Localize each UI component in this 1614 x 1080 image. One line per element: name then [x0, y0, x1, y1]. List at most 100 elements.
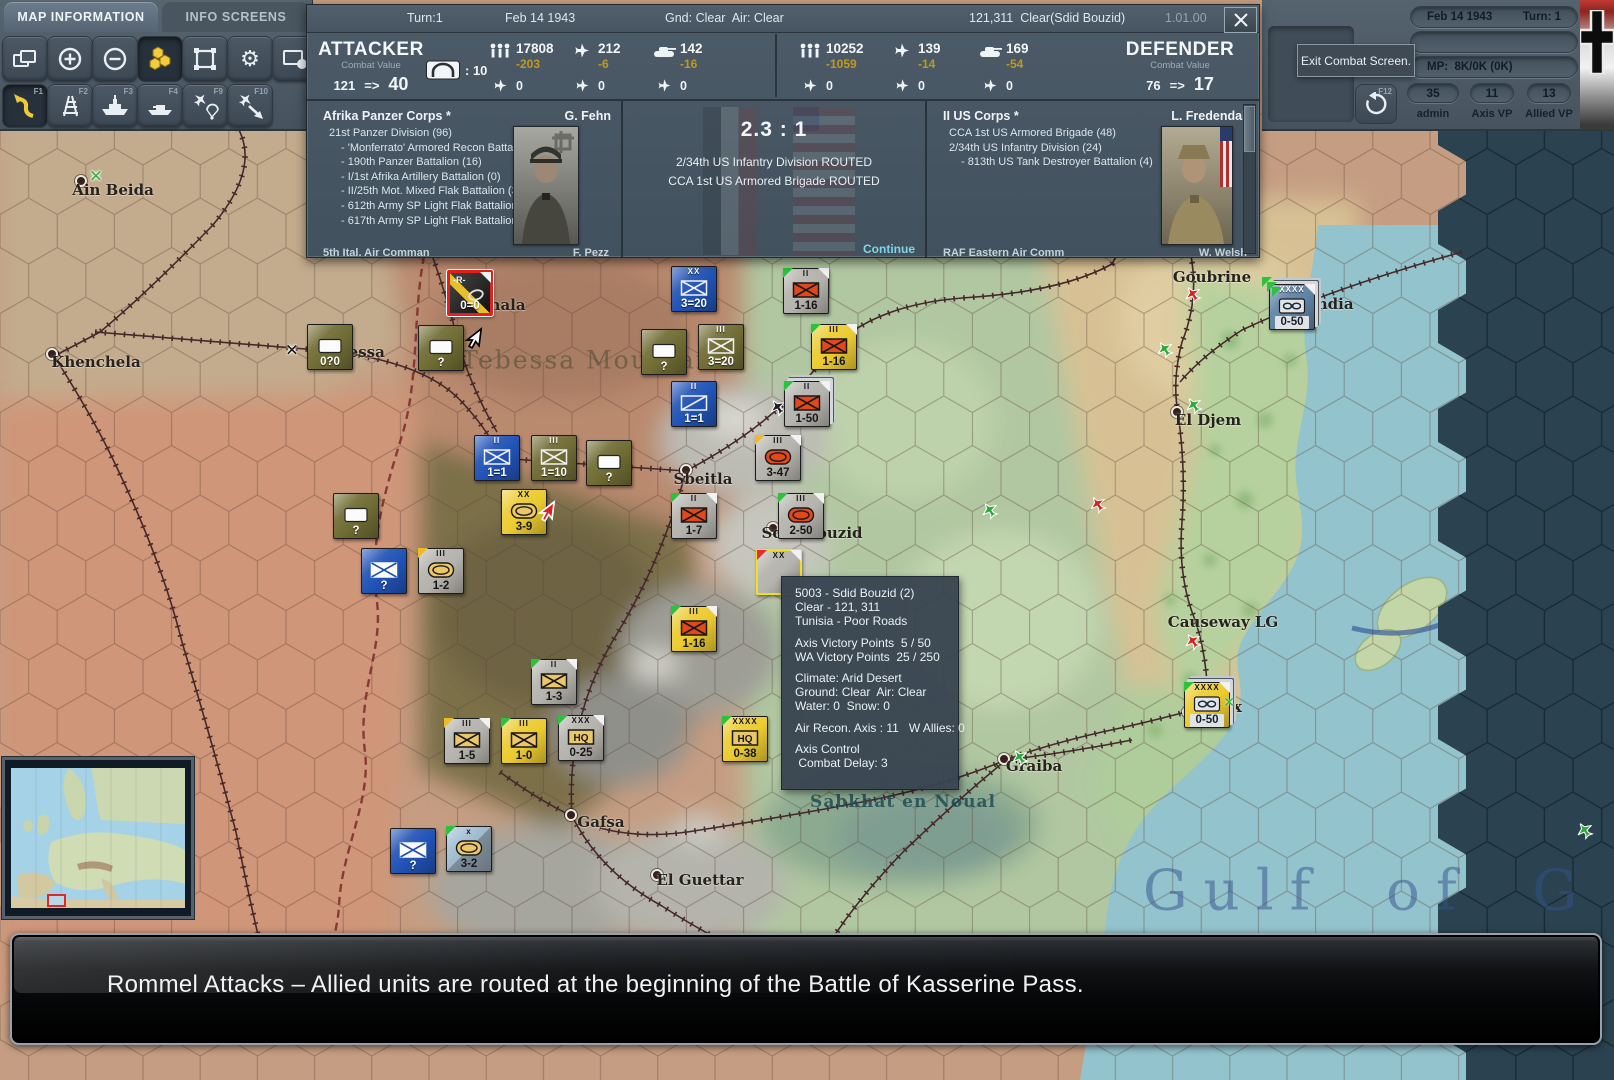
- end-turn-button[interactable]: F12: [1355, 84, 1397, 124]
- unit-counter[interactable]: -R-0=0: [447, 270, 493, 316]
- tooltip-line: Axis Control: [795, 742, 958, 756]
- supply-ok-corner: [784, 381, 794, 391]
- tooltip-line: [795, 735, 958, 742]
- stack-corner: [846, 324, 857, 335]
- stack-corner: [566, 659, 577, 670]
- movement-path-icon: [11, 92, 39, 120]
- date-turn-readout: Feb 14 1943Turn: 1: [1410, 6, 1578, 28]
- supply-ok-corner: [671, 493, 681, 503]
- balkenkreuz-icon: [1580, 10, 1614, 74]
- unit-counter[interactable]: ?: [641, 329, 687, 375]
- settings-button[interactable]: ⚙: [227, 36, 273, 82]
- frame-select-icon: [192, 46, 218, 72]
- zoom-in-button[interactable]: [47, 36, 93, 82]
- unit-counter[interactable]: XXXXHQ0-38: [722, 716, 768, 762]
- tab-info-screens[interactable]: INFO SCREENS: [162, 2, 310, 32]
- minimap[interactable]: [2, 757, 194, 919]
- supply-low-corner: [755, 435, 765, 445]
- stack-corner: [1219, 682, 1230, 693]
- scrollbar-thumb[interactable]: [1244, 106, 1255, 152]
- unit-counter[interactable]: ?: [361, 548, 407, 594]
- axis-vp-button[interactable]: 11: [1470, 83, 1514, 103]
- tab-map-information[interactable]: MAP INFORMATION: [4, 2, 158, 32]
- continue-button[interactable]: Continue: [863, 242, 915, 256]
- stat-column-tank: 142-160: [653, 41, 739, 99]
- defender-commander-name: L. Fredendall: [1171, 109, 1249, 123]
- unit-counter[interactable]: x3-2: [446, 826, 492, 872]
- defender-cv-arrow: =>: [1170, 78, 1185, 93]
- town-dot: [565, 809, 577, 821]
- attacker-corps-name: Afrika Panzer Corps *: [323, 109, 451, 123]
- stack-corner: [706, 493, 717, 504]
- stacked-windows-button[interactable]: [2, 36, 48, 82]
- defender-air-commander: W. Welsh: [1199, 246, 1247, 257]
- unit-counter[interactable]: III3-47: [755, 435, 801, 481]
- attacker-cv-arrow: =>: [364, 78, 379, 93]
- unit-counter[interactable]: II1-50: [784, 381, 830, 427]
- supply-low-corner: [418, 548, 428, 558]
- combat-result-line: CCA 1st US Armored Brigade ROUTED: [623, 172, 925, 191]
- stack-corner: [819, 381, 830, 392]
- rail-transport-button[interactable]: F2: [47, 84, 93, 128]
- air-ready-corner: [1272, 287, 1282, 297]
- close-button[interactable]: [1224, 7, 1257, 33]
- unit-counter[interactable]: II1-7: [671, 493, 717, 539]
- unit-counter[interactable]: III1-0: [501, 718, 547, 764]
- region-label: Gulf of G: [1143, 859, 1593, 924]
- force-list-item: - 813th US Tank Destroyer Battalion (4): [949, 155, 1153, 170]
- naval-transport-icon: [100, 93, 130, 119]
- combat-results-window: Turn:1 Feb 14 1943 Gnd: Clear Air: Clear…: [306, 4, 1260, 258]
- zoom-out-button[interactable]: [92, 36, 138, 82]
- svg-text:HQ: HQ: [738, 734, 753, 745]
- unit-counter[interactable]: II1=1: [671, 381, 717, 427]
- attacker-air-commander: F. Pezz: [573, 246, 609, 257]
- unit-counter[interactable]: II1-16: [783, 268, 829, 314]
- defender-corps-name: II US Corps *: [943, 109, 1019, 123]
- unit-counter[interactable]: III1-16: [811, 324, 857, 370]
- unit-counter[interactable]: II1-3: [531, 659, 577, 705]
- naval-transport-button[interactable]: F3: [92, 84, 138, 128]
- air-drop-button[interactable]: F9: [182, 84, 228, 128]
- attacker-commander-portrait: [513, 126, 579, 245]
- minimap-viewport[interactable]: [48, 895, 65, 906]
- unit-counter[interactable]: II1=1: [474, 435, 520, 481]
- force-list-item: CCA 1st US Armored Brigade (48): [949, 126, 1153, 141]
- defender-commander-portrait: [1161, 126, 1233, 245]
- unit-counter[interactable]: XXXX0-50✕: [1184, 682, 1230, 728]
- sea-movement-button[interactable]: F4: [137, 84, 183, 128]
- unit-counter[interactable]: ?: [586, 440, 632, 486]
- air-mission-marker: [982, 502, 999, 524]
- game-screen: Tebessa MountainsSabkhat en NoualGulf of…: [0, 0, 1614, 1080]
- unit-counter[interactable]: III3=20: [698, 324, 744, 370]
- unit-counter[interactable]: III1-2: [418, 548, 464, 594]
- attacker-cv-before: 121: [334, 78, 356, 93]
- region-label: Sabkhat en Noual: [810, 792, 996, 812]
- air-transfer-button[interactable]: F10: [227, 84, 273, 128]
- unit-counter[interactable]: III1-5: [444, 718, 490, 764]
- movement-path-button[interactable]: F1: [2, 84, 48, 128]
- unit-counter[interactable]: XX3=20: [671, 266, 717, 312]
- unit-counter[interactable]: ?: [390, 828, 436, 874]
- unit-counter[interactable]: XXXHQ0-25: [558, 715, 604, 761]
- defender-cv-before: 76: [1146, 78, 1160, 93]
- town-label: Causeway LG: [1168, 613, 1278, 631]
- stack-corner: [813, 493, 824, 504]
- allied-vp-button[interactable]: 13: [1527, 83, 1571, 103]
- hex-grid-toggle-button[interactable]: [137, 36, 183, 82]
- hex-grid-icon: [146, 45, 174, 73]
- admin-button[interactable]: 35: [1407, 83, 1459, 103]
- unit-counter[interactable]: III2-50: [778, 493, 824, 539]
- scrollbar[interactable]: [1243, 104, 1256, 254]
- attacker-cv-after: 40: [388, 74, 408, 95]
- alert-corner: [757, 550, 767, 560]
- frame-select-button[interactable]: [182, 36, 228, 82]
- unit-counter[interactable]: ?: [418, 325, 464, 371]
- version-label: 1.01.00: [1165, 11, 1207, 25]
- unit-counter[interactable]: III1-16: [671, 606, 717, 652]
- supply-indicator: : 10: [425, 58, 487, 82]
- tooltip-line: Tunisia - Poor Roads: [795, 614, 958, 628]
- unit-counter[interactable]: XXXX0-50: [1269, 284, 1315, 330]
- unit-counter[interactable]: 0?0: [307, 324, 353, 370]
- unit-counter[interactable]: ?: [333, 493, 379, 539]
- unit-counter[interactable]: III1=10: [531, 435, 577, 481]
